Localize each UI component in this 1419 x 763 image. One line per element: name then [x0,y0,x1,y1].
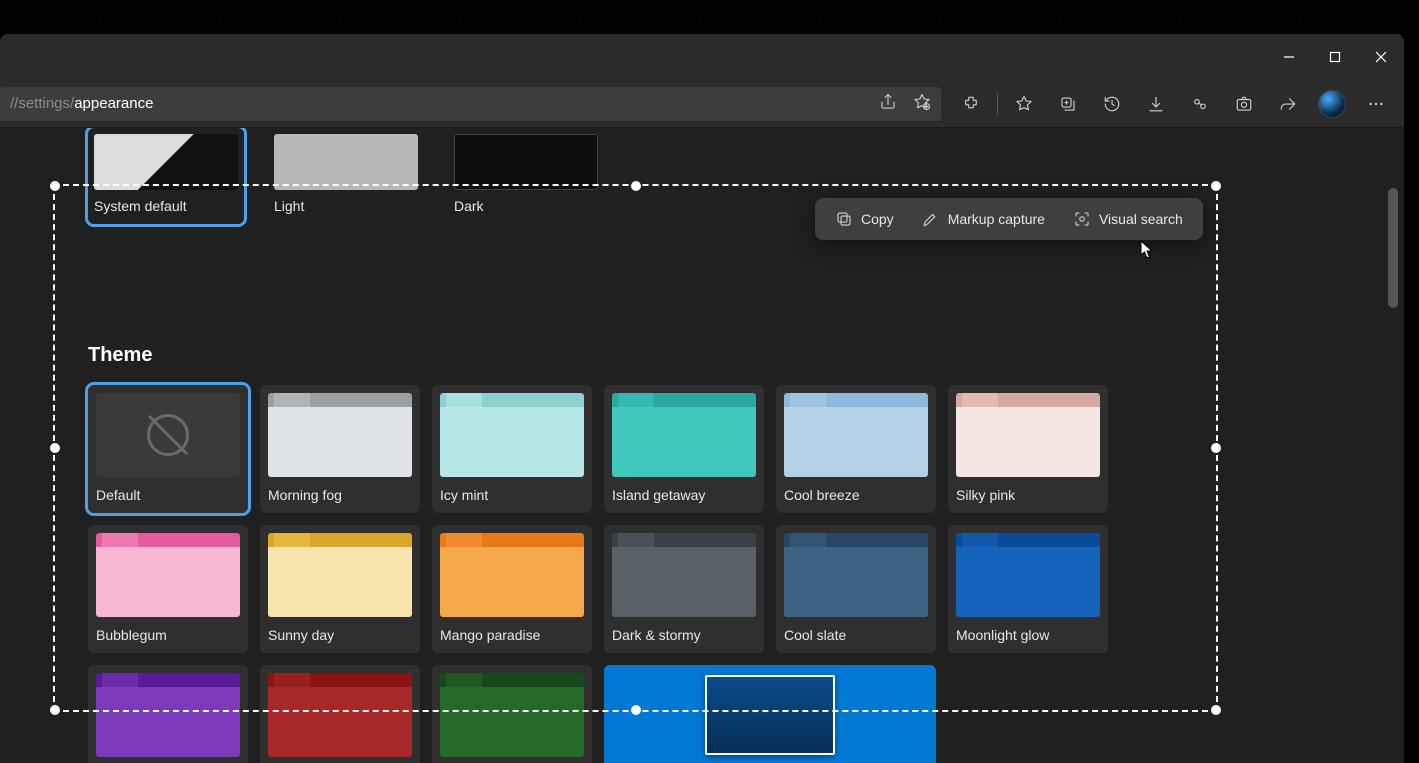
theme-tile[interactable]: Sunny day [260,525,420,653]
theme-tile[interactable]: Mango paradise [432,525,592,653]
theme-tile-label: Default [96,487,240,503]
toolbar-separator [997,93,998,115]
favorites-icon[interactable] [1004,84,1044,124]
extensions-icon[interactable] [951,84,991,124]
theme-tile-label: Silky pink [956,487,1100,503]
more-menu-icon[interactable] [1356,84,1396,124]
theme-tile[interactable]: Default [88,385,248,513]
markup-icon [922,210,940,228]
theme-grid: Default Morning fog Icy mint Island getaway… [88,385,1128,763]
theme-tile[interactable]: Juicy plum [88,665,248,763]
screenshot-icon[interactable] [1224,84,1264,124]
toolbar: //settings/appearance [0,80,1404,128]
capture-markup-label: Markup capture [948,211,1045,227]
theme-tile-label: Dark & stormy [612,627,756,643]
theme-tile-label: Island getaway [612,487,756,503]
address-bar[interactable]: //settings/appearance [0,87,941,121]
capture-markup-button[interactable]: Markup capture [912,204,1055,234]
copy-icon [835,210,853,228]
performance-icon[interactable] [1180,84,1220,124]
desktop-wallpaper [0,0,1419,34]
visual-search-icon [1073,210,1091,228]
overall-mode-tile[interactable]: Light [268,128,424,224]
theme-tile[interactable]: Island getaway [604,385,764,513]
theme-tile[interactable]: Silky pink [948,385,1108,513]
theme-tile-label: Mango paradise [440,627,584,643]
theme-tile-label: Icy mint [440,487,584,503]
theme-tile[interactable]: Bubblegum [88,525,248,653]
theme-tile[interactable]: Moonlight glow [948,525,1108,653]
theme-tile-label: Bubblegum [96,627,240,643]
theme-tile-label: Cool slate [784,627,928,643]
capture-toolbar: Copy Markup capture Visual search [815,198,1203,240]
theme-tile[interactable]: Icy mint [432,385,592,513]
theme-tile[interactable]: Cool breeze [776,385,936,513]
address-text: //settings/appearance [10,95,153,112]
theme-tile-label: Cool breeze [784,487,928,503]
browser-window: //settings/appearance [0,34,1404,763]
collections-icon[interactable] [1048,84,1088,124]
theme-tile[interactable]: Mystical forest [432,665,592,763]
favorite-add-icon[interactable] [913,93,931,114]
overall-mode-tile[interactable]: Dark [448,128,604,224]
theme-tile-label: Sunny day [268,627,412,643]
capture-visual-search-button[interactable]: Visual search [1063,204,1193,234]
forward-share-icon[interactable] [1268,84,1308,124]
window-titlebar [0,34,1404,80]
theme-tile[interactable]: Spicy red [260,665,420,763]
share-icon[interactable] [879,93,897,114]
theme-tile[interactable]: Cool slate [776,525,936,653]
history-icon[interactable] [1092,84,1132,124]
profile-avatar[interactable] [1312,84,1352,124]
overall-mode-tile[interactable]: System default [88,128,244,224]
overall-mode-label: System default [94,198,238,214]
theme-heading: Theme [88,344,1404,367]
theme-tile-label: Moonlight glow [956,627,1100,643]
capture-copy-button[interactable]: Copy [825,204,904,234]
theme-tile-label: Morning fog [268,487,412,503]
window-minimize-button[interactable] [1266,34,1312,80]
window-close-button[interactable] [1358,34,1404,80]
overall-mode-label: Light [274,198,418,214]
theme-tile[interactable]: Morning fog [260,385,420,513]
theme-tile[interactable]: Dark & stormy [604,525,764,653]
window-maximize-button[interactable] [1312,34,1358,80]
downloads-icon[interactable] [1136,84,1176,124]
overall-mode-label: Dark [454,198,598,214]
discover-more-themes-tile[interactable]: Discover more themes [604,665,936,763]
overall-mode-row: System default Light Dark [88,128,1404,224]
capture-copy-label: Copy [861,211,894,227]
capture-visual-search-label: Visual search [1099,211,1183,227]
